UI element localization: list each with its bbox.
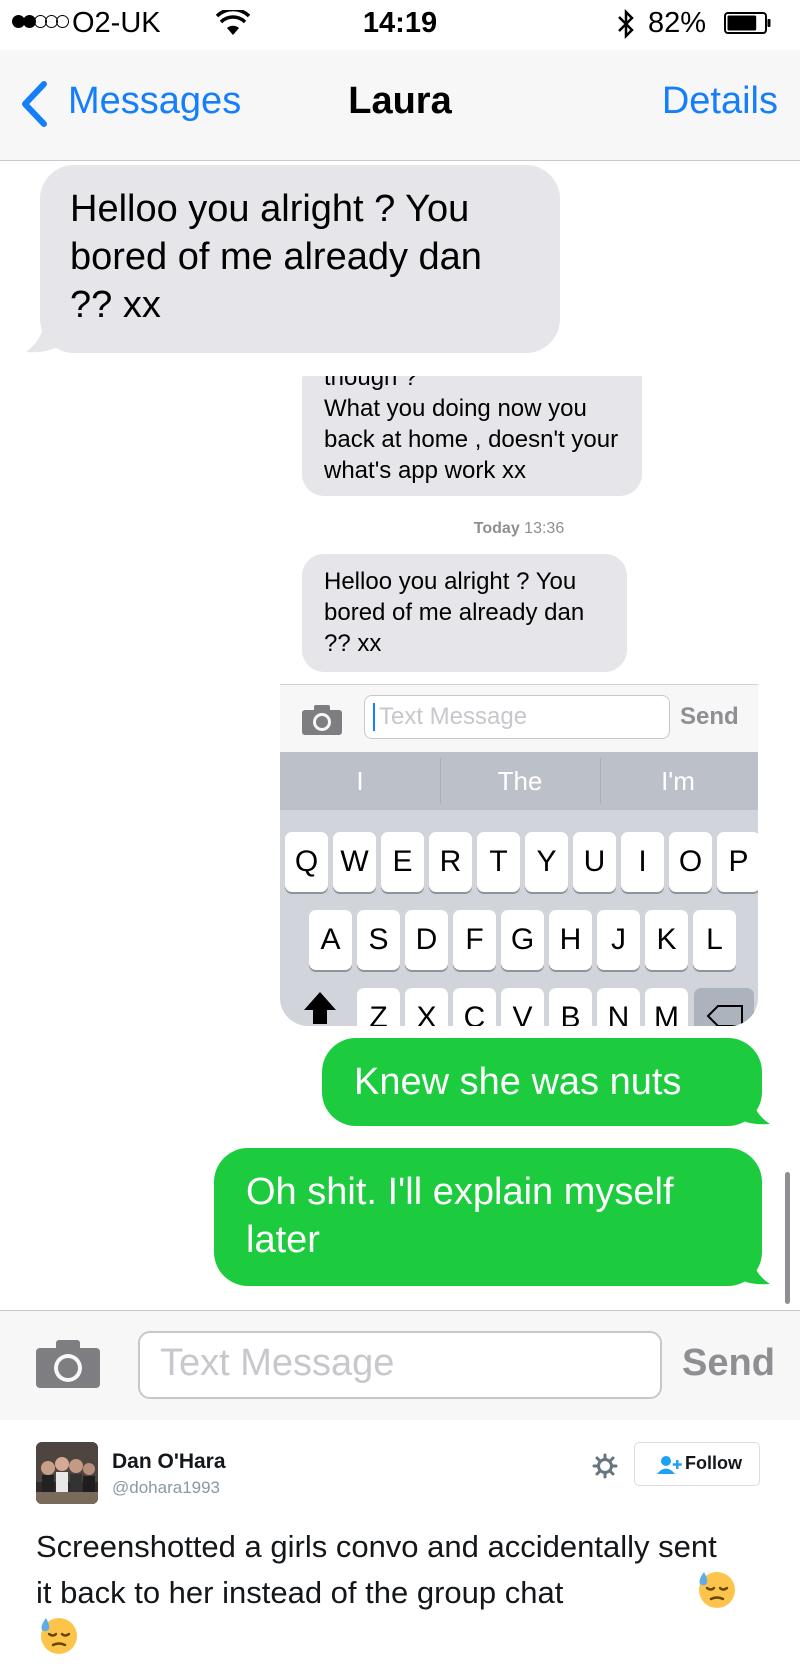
battery-icon <box>724 12 771 34</box>
predictive-bar: I The I'm <box>280 752 758 810</box>
key-e: E <box>381 832 424 892</box>
battery-percentage: 82% <box>648 7 707 39</box>
scrollbar[interactable] <box>785 1172 790 1304</box>
embedded-keyboard: I The I'm QWERTYUIOPASDFGHJKLZXCVBNM <box>280 752 758 1026</box>
key-w: W <box>333 832 376 892</box>
key-r: R <box>429 832 472 892</box>
key-x: X <box>405 988 448 1026</box>
key-o: O <box>669 832 712 892</box>
key-u: U <box>573 832 616 892</box>
key-z: Z <box>357 988 400 1026</box>
key-y: Y <box>525 832 568 892</box>
cut-off-text: though ? <box>324 376 418 391</box>
key-a: A <box>309 910 352 970</box>
status-bar: O2-UK 14:19 82% <box>0 0 800 50</box>
key-g: G <box>501 910 544 970</box>
key-l: L <box>693 910 736 970</box>
downcast-face-with-sweat-emoji <box>41 1618 77 1654</box>
details-button[interactable]: Details <box>662 80 778 123</box>
incoming-message[interactable]: Helloo you alright ? You bored of me alr… <box>40 165 560 353</box>
key-t: T <box>477 832 520 892</box>
key-b: B <box>549 988 592 1026</box>
message-input-placeholder: Text Message <box>160 1342 395 1384</box>
tweet-author-name[interactable]: Dan O'Hara <box>112 1450 226 1474</box>
avatar-photo <box>36 1442 98 1504</box>
key-f: F <box>453 910 496 970</box>
key-j: J <box>597 910 640 970</box>
outgoing-message[interactable]: Knew she was nuts <box>322 1038 762 1126</box>
delete-icon <box>706 1005 743 1026</box>
follow-user-icon <box>657 1456 682 1474</box>
gear-icon[interactable] <box>592 1453 618 1479</box>
embedded-text-input: Text Message <box>364 695 670 739</box>
embedded-message: though ? What you doing now you back at … <box>302 376 642 496</box>
key-c: C <box>453 988 496 1026</box>
message-text: Knew she was nuts <box>354 1061 682 1103</box>
key-s: S <box>357 910 400 970</box>
embedded-message: Helloo you alright ? You bored of me alr… <box>302 554 627 672</box>
camera-icon <box>302 705 342 735</box>
prediction: I'm <box>661 766 695 796</box>
downcast-face-with-sweat-emoji <box>699 1572 735 1608</box>
bluetooth-icon <box>618 8 634 40</box>
message-text: Helloo you alright ? You bored of me alr… <box>324 568 585 657</box>
embedded-compose-bar: Text Message Send <box>280 684 758 755</box>
tweet-text: Screenshotted a girls convo and accident… <box>36 1524 736 1616</box>
camera-icon[interactable] <box>36 1340 100 1388</box>
key-d: D <box>405 910 448 970</box>
placeholder-text: Text Message <box>379 703 528 730</box>
prediction: I <box>356 766 364 796</box>
key-v: V <box>501 988 544 1026</box>
prediction: The <box>497 766 543 796</box>
key-p: P <box>717 832 758 892</box>
tweet-text-content: Screenshotted a girls convo and accident… <box>36 1529 717 1610</box>
key-k: K <box>645 910 688 970</box>
message-text: Oh shit. I'll explain myself later <box>246 1171 674 1261</box>
send-button[interactable]: Send <box>682 1342 775 1385</box>
attached-screenshot-image[interactable]: though ? What you doing now you back at … <box>280 376 758 1026</box>
timestamp-day: Today <box>473 520 520 537</box>
key-m: M <box>645 988 688 1026</box>
follow-label: Follow <box>685 1453 742 1473</box>
timestamp-time: 13:36 <box>524 520 565 537</box>
timestamp: Today 13:36 <box>280 520 758 538</box>
tweet-author-handle[interactable]: @dohara1993 <box>112 1478 220 1498</box>
key-i: I <box>621 832 664 892</box>
outgoing-message[interactable]: Oh shit. I'll explain myself later <box>214 1148 762 1286</box>
delete-key <box>694 988 754 1026</box>
send-label: Send <box>680 703 739 730</box>
key-q: Q <box>285 832 328 892</box>
message-text: What you doing now you back at home , do… <box>324 395 619 484</box>
avatar[interactable] <box>36 1442 98 1504</box>
shift-icon <box>304 992 336 1024</box>
key-h: H <box>549 910 592 970</box>
message-text: Helloo you alright ? You bored of me alr… <box>70 188 482 326</box>
key-n: N <box>597 988 640 1026</box>
